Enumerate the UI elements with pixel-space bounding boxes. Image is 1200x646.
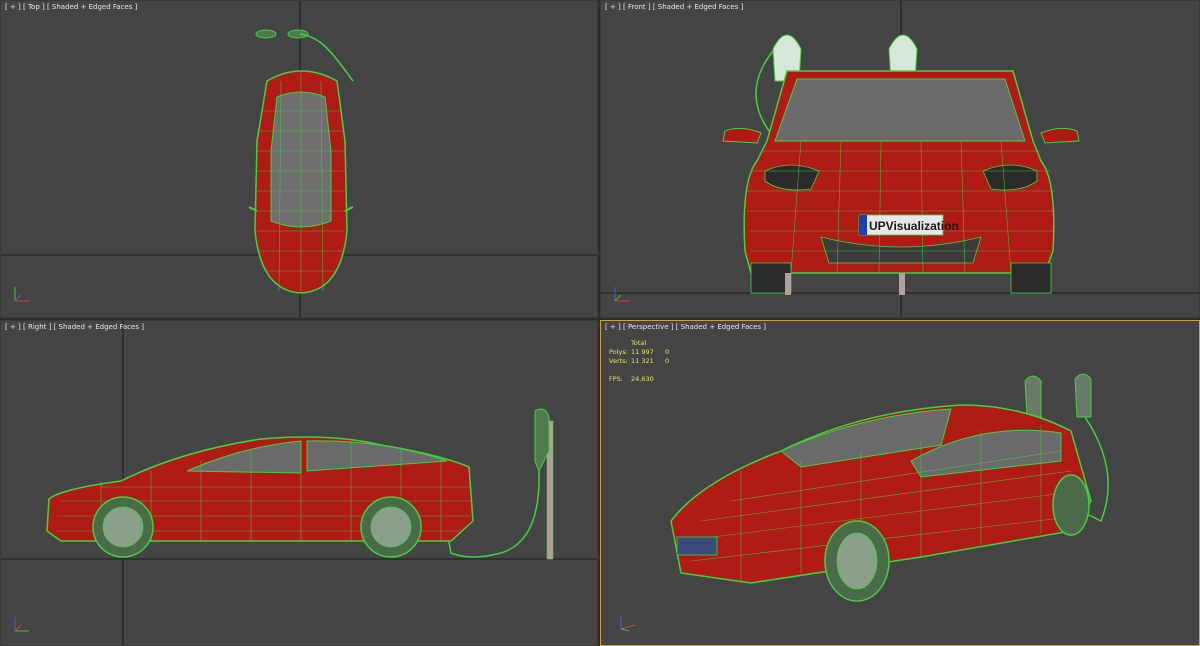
stats-verts-selected: 0 [665, 357, 670, 365]
top-car-model [248, 70, 354, 294]
top-scene [1, 1, 597, 317]
perspective-scene [670, 373, 1109, 602]
stats-polys-selected: 0 [665, 348, 670, 356]
license-plate-text: UPVisualization [869, 219, 959, 233]
stats-verts-label: Verts: [609, 357, 628, 365]
quad-viewport-layout: [ + ] [ Top ] [ Shaded + Edged Faces ] [… [0, 0, 1200, 646]
right-car-model [46, 436, 474, 558]
viewport-top-label[interactable]: [ + ] [ Top ] [ Shaded + Edged Faces ] [5, 3, 137, 11]
viewport-right[interactable]: [ + ] [ Right ] [ Shaded + Edged Faces ] [0, 320, 598, 646]
viewport-front-label[interactable]: [ + ] [ Front ] [ Shaded + Edged Faces ] [605, 3, 743, 11]
perspective-car-model [670, 404, 1092, 602]
viewport-top[interactable]: [ + ] [ Top ] [ Shaded + Edged Faces ] [0, 0, 598, 318]
axis-gizmo-perspective [620, 615, 636, 632]
right-scene [1, 321, 597, 645]
front-scene: UPVisualization [601, 1, 1199, 317]
stats-fps-value: 24,630 [631, 375, 654, 383]
stats-verts-total: 11 321 [631, 357, 654, 365]
viewport-right-label[interactable]: [ + ] [ Right ] [ Shaded + Edged Faces ] [5, 323, 144, 331]
stats-polys-label: Polys: [609, 348, 628, 356]
stats-polys-total: 11 997 [631, 348, 654, 356]
axis-gizmo-top [14, 287, 29, 302]
stats-header: Total [631, 339, 647, 347]
axis-gizmo-front [614, 287, 629, 302]
stats-overlay: Total Polys: 11 997 0 Verts: 11 321 0 FP… [609, 339, 685, 384]
axis-gizmo-right [14, 617, 29, 632]
front-car-model [722, 70, 1080, 295]
viewport-front[interactable]: [ + ] [ Front ] [ Shaded + Edged Faces ] [600, 0, 1200, 318]
viewport-perspective[interactable]: [ + ] [ Perspective ] [ Shaded + Edged F… [600, 320, 1200, 646]
viewport-perspective-label[interactable]: [ + ] [ Perspective ] [ Shaded + Edged F… [605, 323, 766, 331]
stats-fps-label: FPS: [609, 375, 623, 383]
